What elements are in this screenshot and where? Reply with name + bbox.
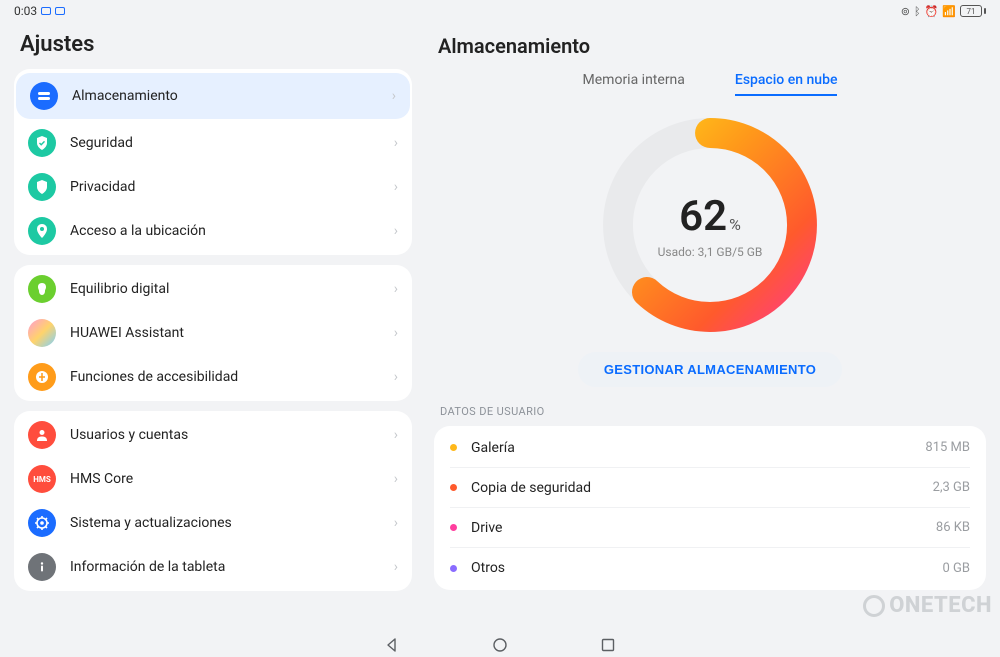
status-time: 0:03 — [14, 4, 37, 18]
sidebar-item-label: Usuarios y cuentas — [70, 427, 394, 443]
sidebar-item-users[interactable]: Usuarios y cuentas› — [14, 413, 412, 457]
settings-group: Equilibrio digital›HUAWEI Assistant›Func… — [14, 265, 412, 401]
storage-used-label: Usado: 3,1 GB/5 GB — [658, 245, 763, 259]
tab-internal[interactable]: Memoria interna — [583, 72, 685, 96]
settings-group: Almacenamiento›Seguridad›Privacidad›Acce… — [14, 69, 412, 255]
detail-pane: Almacenamiento Memoria interna Espacio e… — [422, 22, 1000, 632]
user-data-heading: DATOS DE USUARIO — [440, 405, 986, 418]
storage-donut: 62% Usado: 3,1 GB/5 GB — [434, 110, 986, 340]
digital-balance-icon — [28, 275, 56, 303]
accessibility-icon — [28, 363, 56, 391]
chevron-right-icon: › — [394, 179, 398, 195]
sidebar-item-label: Funciones de accesibilidad — [70, 369, 394, 385]
user-data-row[interactable]: Otros0 GB — [450, 548, 970, 588]
status-bar: 0:03 ⊚ ᛒ ⏰ 📶 71 — [0, 0, 1000, 22]
status-right: ⊚ ᛒ ⏰ 📶 71 — [901, 5, 986, 18]
manage-storage-button[interactable]: GESTIONAR ALMACENAMIENTO — [578, 352, 842, 387]
category-dot-icon — [450, 524, 457, 531]
settings-group: Usuarios y cuentas›HMSHMS Core›Sistema y… — [14, 411, 412, 591]
users-icon — [28, 421, 56, 449]
chevron-right-icon: › — [394, 471, 398, 487]
system-icon — [28, 509, 56, 537]
nav-recent-button[interactable] — [599, 636, 617, 654]
sidebar-item-digital-balance[interactable]: Equilibrio digital› — [14, 267, 412, 311]
chevron-right-icon: › — [394, 223, 398, 239]
bluetooth-icon: ᛒ — [914, 5, 921, 18]
sidebar-item-assistant[interactable]: HUAWEI Assistant› — [14, 311, 412, 355]
category-dot-icon — [450, 565, 457, 572]
sidebar-item-privacy[interactable]: Privacidad› — [14, 165, 412, 209]
user-data-label: Otros — [471, 560, 943, 576]
watermark: ONETECH — [863, 593, 992, 618]
user-data-value: 815 MB — [925, 440, 970, 455]
user-data-row[interactable]: Drive86 KB — [450, 508, 970, 548]
sidebar-item-label: Privacidad — [70, 179, 394, 195]
user-data-value: 0 GB — [943, 561, 971, 576]
battery-icon: 71 — [960, 5, 986, 17]
sidebar-item-label: Información de la tableta — [70, 559, 394, 575]
user-data-label: Copia de seguridad — [471, 480, 933, 496]
storage-tabs: Memoria interna Espacio en nube — [434, 72, 986, 96]
sidebar-item-security[interactable]: Seguridad› — [14, 121, 412, 165]
location-icon — [28, 217, 56, 245]
category-dot-icon — [450, 484, 457, 491]
nfc-icon: ⊚ — [901, 5, 910, 18]
chevron-right-icon: › — [394, 369, 398, 385]
tab-cloud[interactable]: Espacio en nube — [735, 72, 838, 96]
chevron-right-icon: › — [394, 135, 398, 151]
sidebar-item-about[interactable]: Información de la tableta› — [14, 545, 412, 589]
nav-home-button[interactable] — [491, 636, 509, 654]
sidebar-item-accessibility[interactable]: Funciones de accesibilidad› — [14, 355, 412, 399]
sidebar-item-label: Almacenamiento — [72, 88, 392, 104]
chevron-right-icon: › — [394, 325, 398, 341]
sidebar-item-storage[interactable]: Almacenamiento› — [16, 73, 410, 119]
chevron-right-icon: › — [394, 427, 398, 443]
sidebar-item-label: HUAWEI Assistant — [70, 325, 394, 341]
sidebar-item-hms[interactable]: HMS HMS Core› — [14, 457, 412, 501]
about-icon — [28, 553, 56, 581]
sidebar-item-label: Acceso a la ubicación — [70, 223, 394, 239]
storage-icon — [30, 82, 58, 110]
chevron-right-icon: › — [392, 88, 396, 104]
privacy-icon — [28, 173, 56, 201]
window-indicator-icon — [55, 7, 65, 15]
sidebar-item-system[interactable]: Sistema y actualizaciones› — [14, 501, 412, 545]
settings-sidebar: Ajustes Almacenamiento›Seguridad›Privaci… — [0, 22, 422, 632]
sidebar-item-label: Sistema y actualizaciones — [70, 515, 394, 531]
user-data-label: Galería — [471, 440, 925, 456]
window-indicator-icon — [41, 7, 51, 15]
security-icon — [28, 129, 56, 157]
page-title: Ajustes — [20, 32, 412, 57]
chevron-right-icon: › — [394, 281, 398, 297]
status-left: 0:03 — [14, 4, 65, 18]
storage-percent: 62% — [679, 192, 741, 241]
chevron-right-icon: › — [394, 559, 398, 575]
alarm-icon: ⏰ — [925, 5, 939, 18]
user-data-row[interactable]: Copia de seguridad2,3 GB — [450, 468, 970, 508]
system-navbar — [0, 632, 1000, 657]
user-data-value: 2,3 GB — [933, 480, 970, 495]
nav-back-button[interactable] — [383, 636, 401, 654]
chevron-right-icon: › — [394, 515, 398, 531]
user-data-label: Drive — [471, 520, 936, 536]
user-data-row[interactable]: Galería815 MB — [450, 428, 970, 468]
sidebar-item-label: Seguridad — [70, 135, 394, 151]
sidebar-item-location[interactable]: Acceso a la ubicación› — [14, 209, 412, 253]
sidebar-item-label: HMS Core — [70, 471, 394, 487]
hms-icon: HMS — [28, 465, 56, 493]
assistant-icon — [28, 319, 56, 347]
wifi-icon: 📶 — [942, 5, 956, 18]
user-data-value: 86 KB — [936, 520, 970, 535]
sidebar-item-label: Equilibrio digital — [70, 281, 394, 297]
detail-title: Almacenamiento — [438, 34, 986, 58]
category-dot-icon — [450, 444, 457, 451]
user-data-list: Galería815 MBCopia de seguridad2,3 GBDri… — [434, 426, 986, 590]
